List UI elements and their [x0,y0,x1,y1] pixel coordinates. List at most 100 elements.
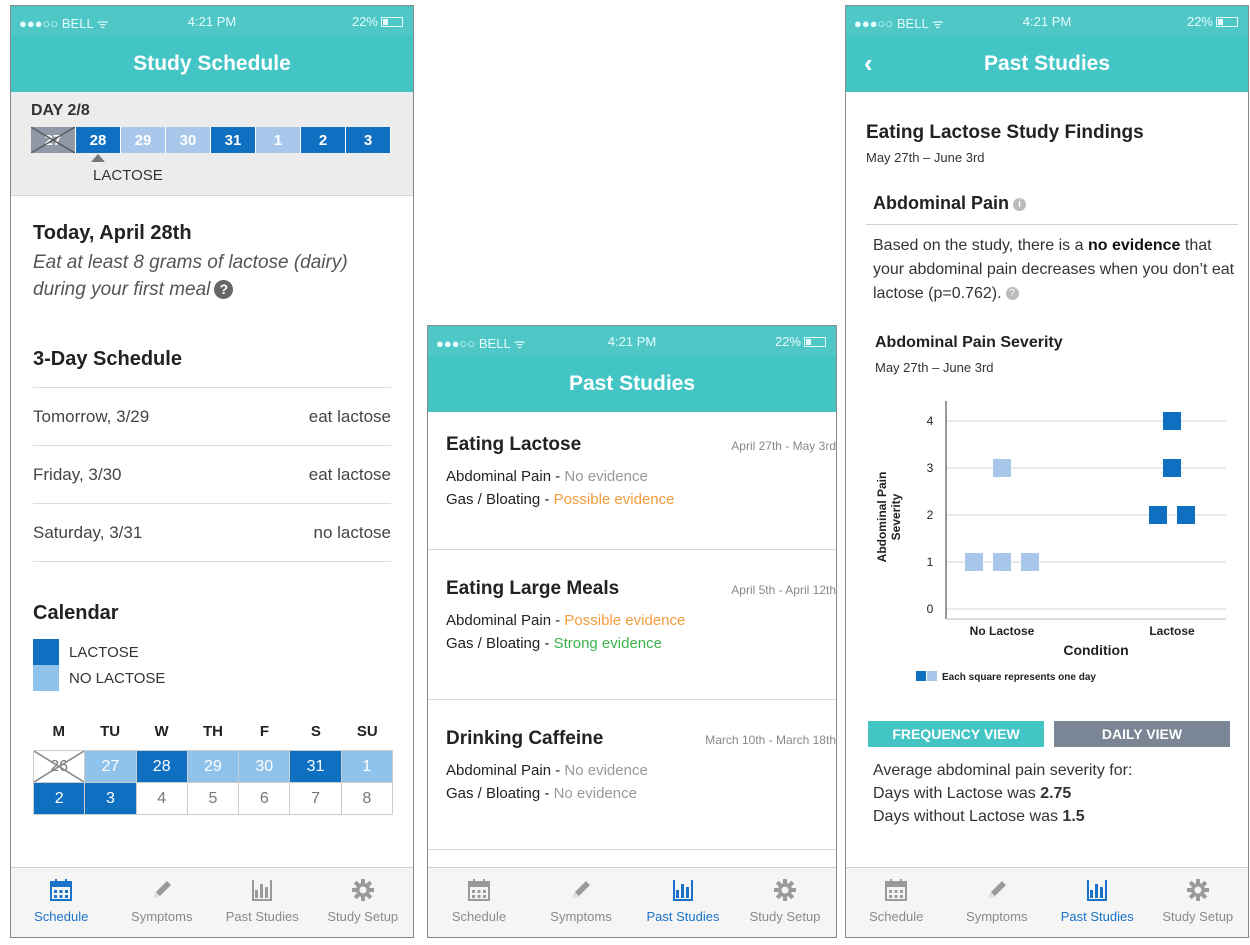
study-result-row: Abdominal Pain - No evidence [446,762,836,779]
study-result-row: Abdominal Pain - Possible evidence [446,612,836,629]
today-card: Today, April 28th Eat at least 8 grams o… [11,196,413,303]
today-instruction: Eat at least 8 grams of lactose (dairy) … [33,249,393,303]
tab-symptoms[interactable]: Symptoms [112,868,213,937]
calendar-day[interactable]: 6 [239,783,291,815]
tab-schedule[interactable]: Schedule [428,868,530,937]
battery-percent: 22% [351,14,378,29]
day-strip-cell[interactable]: 29 [121,127,166,153]
calendar-day[interactable]: 7 [290,783,342,815]
symptom-name: Abdominal Pain [873,193,1010,213]
data-point-square [993,553,1011,571]
today-instruction-text: Eat at least 8 grams of lactose (dairy) … [33,252,348,300]
symptom-label: Abdominal Pain - [446,612,561,629]
y-tick-label: 2 [927,508,934,522]
calendar-icon [883,877,909,903]
average-summary: Average abdominal pain severity for: Day… [866,759,1248,828]
pencil-icon [984,877,1010,903]
help-icon[interactable]: ? [214,280,234,299]
schedule-screen: ●●●○○ BELL ᯤ 4:21 PM 22% Study Schedule … [10,5,414,938]
three-day-schedule: 3-Day Schedule Tomorrow, 3/29 eat lactose… [11,348,413,562]
calendar-day[interactable]: 31 [290,751,342,783]
frequency-view-button[interactable]: FREQUENCY VIEW [868,721,1044,747]
calendar-day[interactable]: 8 [341,783,393,815]
day-strip-cell[interactable]: 30 [166,127,211,153]
study-card[interactable]: Eating Large Meals April 5th - April 12th… [428,550,836,700]
pencil-icon [149,877,175,903]
day-strip-cell[interactable]: 1 [256,127,301,153]
tab-past-studies[interactable]: Past Studies [1047,868,1148,937]
calendar-day[interactable]: 3 [85,783,137,815]
study-dates: April 5th - April 12th [731,583,836,597]
calendar-legend: LACTOSE NO LACTOSE [33,639,391,691]
tab-schedule[interactable]: Schedule [11,868,112,937]
back-icon[interactable]: ‹ [864,48,873,79]
findings-screen: ●●●○○ BELL ᯤ 4:21 PM 22% ‹ Past Studies … [845,5,1249,938]
study-card[interactable]: Drinking Caffeine March 10th - March 18th… [428,700,836,850]
calendar-day[interactable]: 27 [85,751,137,783]
symptom-label: Gas / Bloating - [446,785,550,802]
tab-symptoms[interactable]: Symptoms [947,868,1048,937]
study-header: Eating Large Meals April 5th - April 12th [446,578,836,600]
nav-bar: Past Studies [428,356,836,412]
status-bar: ●●●○○ BELL ᯤ 4:21 PM 22% [11,6,413,36]
data-point-square [1177,506,1195,524]
tab-bar: Schedule Symptoms Past Studies Study Setup [11,867,413,937]
day-strip-cell[interactable]: 28 [76,127,121,153]
calendar-day[interactable]: 5 [187,783,240,815]
day-label: DAY 2/8 [31,102,90,119]
day-strip-cell[interactable]: 3 [346,127,391,153]
today-title: Today, April 28th [33,222,192,244]
legend-no-lactose-label: NO LACTOSE [69,669,166,687]
average-without-lactose: Days without Lactose was 1.5 [873,805,1248,828]
tab-label: Schedule [451,909,507,924]
calendar-day[interactable]: 30 [239,751,291,783]
schedule-action: no lactose [313,522,392,542]
calendar-day[interactable]: 2 [34,783,86,815]
tab-bar: Schedule Symptoms Past Studies Study Setup [428,867,836,937]
calendar-day[interactable]: 28 [136,751,188,783]
battery: 22% [775,334,826,349]
calendar-day[interactable]: 4 [136,783,188,815]
tab-label: Past Studies [225,909,299,924]
weekday-label: M [52,723,65,740]
tab-study-setup[interactable]: Study Setup [313,868,414,937]
day-strip-cell[interactable]: 27 [31,127,76,153]
bar-chart-icon [670,877,696,903]
symptom-label: Abdominal Pain - [446,762,561,779]
tab-schedule[interactable]: Schedule [846,868,947,937]
tab-past-studies[interactable]: Past Studies [632,868,734,937]
average-with-lactose: Days with Lactose was 2.75 [873,782,1248,805]
tab-study-setup[interactable]: Study Setup [734,868,836,937]
tab-past-studies[interactable]: Past Studies [212,868,313,937]
tab-symptoms[interactable]: Symptoms [530,868,632,937]
tab-study-setup[interactable]: Study Setup [1148,868,1249,937]
weekday-label: S [310,723,321,740]
day-strip-cell[interactable]: 2 [301,127,346,153]
tab-label: Past Studies [1060,909,1134,924]
battery-icon [804,337,826,347]
tab-label: Symptoms [966,909,1028,924]
findings-title: Eating Lactose Study Findings [866,122,1144,143]
info-icon[interactable]: i [1013,198,1027,211]
severity-chart: 0 1 2 3 4 Abdominal PainSeverity No Lactose Lac… [875,401,1226,683]
study-list: Eating Lactose April 27th - May 3rd Abdomi… [428,412,836,850]
evidence-label: Strong evidence [553,635,662,652]
day-strip-cell[interactable]: 31 [211,127,256,153]
status-bar: ●●●○○ BELL ᯤ 4:21 PM 22% [846,6,1248,36]
study-name: Eating Lactose [446,434,582,455]
evidence-label: Possible evidence [553,491,675,508]
page-title: Study Schedule [133,52,291,75]
tab-label: Study Setup [327,909,399,924]
symptom-label: Abdominal Pain - [446,468,561,485]
calendar-day[interactable]: 1 [341,751,393,783]
schedule-day: Friday, 3/30 [33,464,122,484]
help-icon[interactable]: ? [1005,287,1019,300]
study-card[interactable]: Eating Lactose April 27th - May 3rd Abdomi… [428,412,836,550]
daily-view-button[interactable]: DAILY VIEW [1054,721,1230,747]
data-point-square [1149,506,1167,524]
calendar-day[interactable]: 26 [34,751,86,783]
y-tick-label: 3 [927,461,934,475]
average-without-value: 1.5 [1062,808,1085,825]
calendar-day[interactable]: 29 [187,751,240,783]
schedule-action: eat lactose [308,406,391,426]
